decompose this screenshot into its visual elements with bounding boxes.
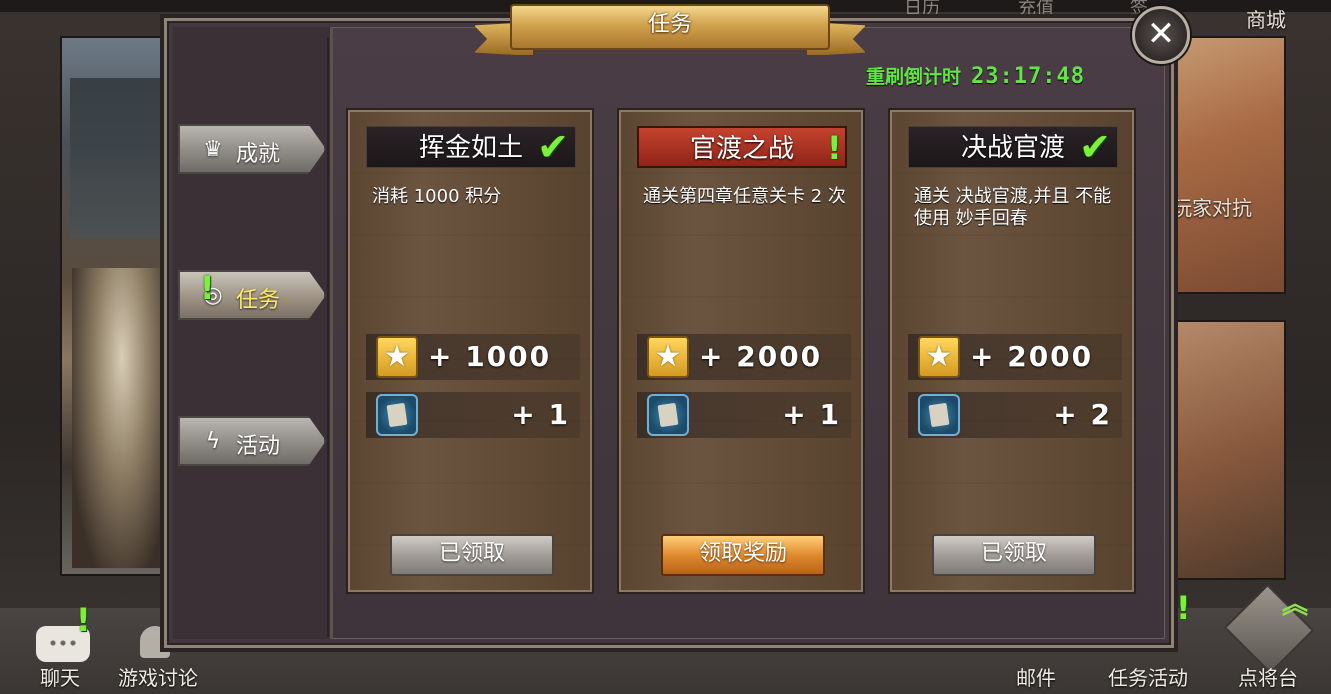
tower-art (70, 78, 160, 238)
task-activity-button[interactable]: 任务活动 (1108, 662, 1188, 691)
reward-cards-row: + 1 (366, 392, 580, 438)
sidebar-divider (327, 37, 329, 637)
claimed-button[interactable]: 已领取 (390, 534, 554, 576)
lightning-icon: ϟ (205, 429, 221, 454)
task-title: 官渡之战 (689, 134, 794, 164)
task-description: 通关 决战官渡,并且 不能使用 妙手回春 (914, 186, 1112, 229)
reward-cards-row: + 1 (637, 392, 851, 438)
alert-icon: ! (827, 129, 842, 167)
reward-cards-row: + 2 (908, 392, 1122, 438)
reward-cards-value: + 2 (1053, 398, 1112, 431)
refresh-label: 重刷倒计时 (866, 66, 962, 88)
dialog-title: 任务 (510, 4, 830, 50)
hero-artwork (60, 36, 172, 576)
tab-label: 活动 (236, 434, 281, 459)
task-card: 决战官渡 ✔ 通关 决战官渡,并且 不能使用 妙手回春 ★ + 2000 + 2… (890, 110, 1134, 592)
claim-reward-button[interactable]: 领取奖励 (661, 534, 825, 576)
tab-label: 成就 (236, 142, 281, 167)
task-activity-alert-icon: ! (1176, 589, 1191, 627)
countdown-value: 23:17:48 (971, 64, 1085, 89)
tab-activities[interactable]: ϟ 活动 (178, 416, 326, 466)
check-icon: ✔ (1079, 125, 1111, 169)
check-icon: ✔ (537, 125, 569, 169)
tasks-alert-icon: ! (200, 269, 215, 307)
pvp-mode-card[interactable] (1170, 36, 1286, 294)
reward-cards-value: + 1 (782, 398, 841, 431)
task-card: 挥金如土 ✔ 消耗 1000 积分 ★ + 1000 + 1 已领取 (348, 110, 592, 592)
title-banner: 任务 (474, 4, 866, 66)
claimed-button[interactable]: 已领取 (932, 534, 1096, 576)
task-card: 官渡之战 ! 通关第四章任意关卡 2 次 ★ + 2000 + 1 领取奖励 (619, 110, 863, 592)
chat-alert-icon: ! (76, 601, 91, 639)
shop-button[interactable]: 商城 (1246, 4, 1286, 33)
reward-points-value: + 2000 (970, 340, 1094, 373)
forum-button[interactable]: 游戏讨论 (118, 662, 198, 691)
reward-points-value: + 2000 (699, 340, 823, 373)
close-icon: ✕ (1146, 14, 1176, 54)
close-button[interactable]: ✕ (1132, 6, 1190, 64)
reward-cards-value: + 1 (511, 398, 570, 431)
battle-mode-card[interactable] (1170, 320, 1286, 580)
task-description: 消耗 1000 积分 (372, 186, 502, 207)
star-icon: ★ (918, 336, 960, 378)
star-icon: ★ (647, 336, 689, 378)
chat-button[interactable]: 聊天 (40, 662, 80, 691)
reward-points-row: ★ + 2000 (908, 334, 1122, 380)
crown-icon: ♛ (203, 137, 223, 162)
dialog-sidebar (173, 27, 333, 639)
top-nav-recharge[interactable]: 充值 (1018, 0, 1054, 20)
task-title: 决战官渡 (960, 133, 1065, 163)
tab-achievements[interactable]: ♛ 成就 (178, 124, 326, 174)
mail-button[interactable]: 邮件 (1016, 662, 1056, 691)
tab-label: 任务 (236, 288, 281, 313)
upgrade-arrows-icon: ︽ (1282, 590, 1309, 620)
hero-art (72, 268, 172, 568)
reward-points-row: ★ + 1000 (366, 334, 580, 380)
reward-points-row: ★ + 2000 (637, 334, 851, 380)
top-nav-calendar[interactable]: 日历 (904, 0, 940, 20)
task-description: 通关第四章任意关卡 2 次 (643, 186, 846, 207)
card-pack-icon (376, 394, 418, 436)
task-title-bar: 官渡之战 ! (637, 126, 847, 168)
task-title-bar: 决战官渡 ✔ (908, 126, 1118, 168)
card-pack-icon (918, 394, 960, 436)
task-title-bar: 挥金如土 ✔ (366, 126, 576, 168)
general-button[interactable]: 点将台 (1238, 662, 1298, 691)
task-title: 挥金如土 (418, 133, 523, 163)
card-pack-icon (647, 394, 689, 436)
star-icon: ★ (376, 336, 418, 378)
reward-points-value: + 1000 (428, 340, 552, 373)
refresh-timer: 重刷倒计时 23:17:48 (866, 62, 1085, 89)
pvp-mode-label: 玩家对抗 (1172, 196, 1252, 220)
